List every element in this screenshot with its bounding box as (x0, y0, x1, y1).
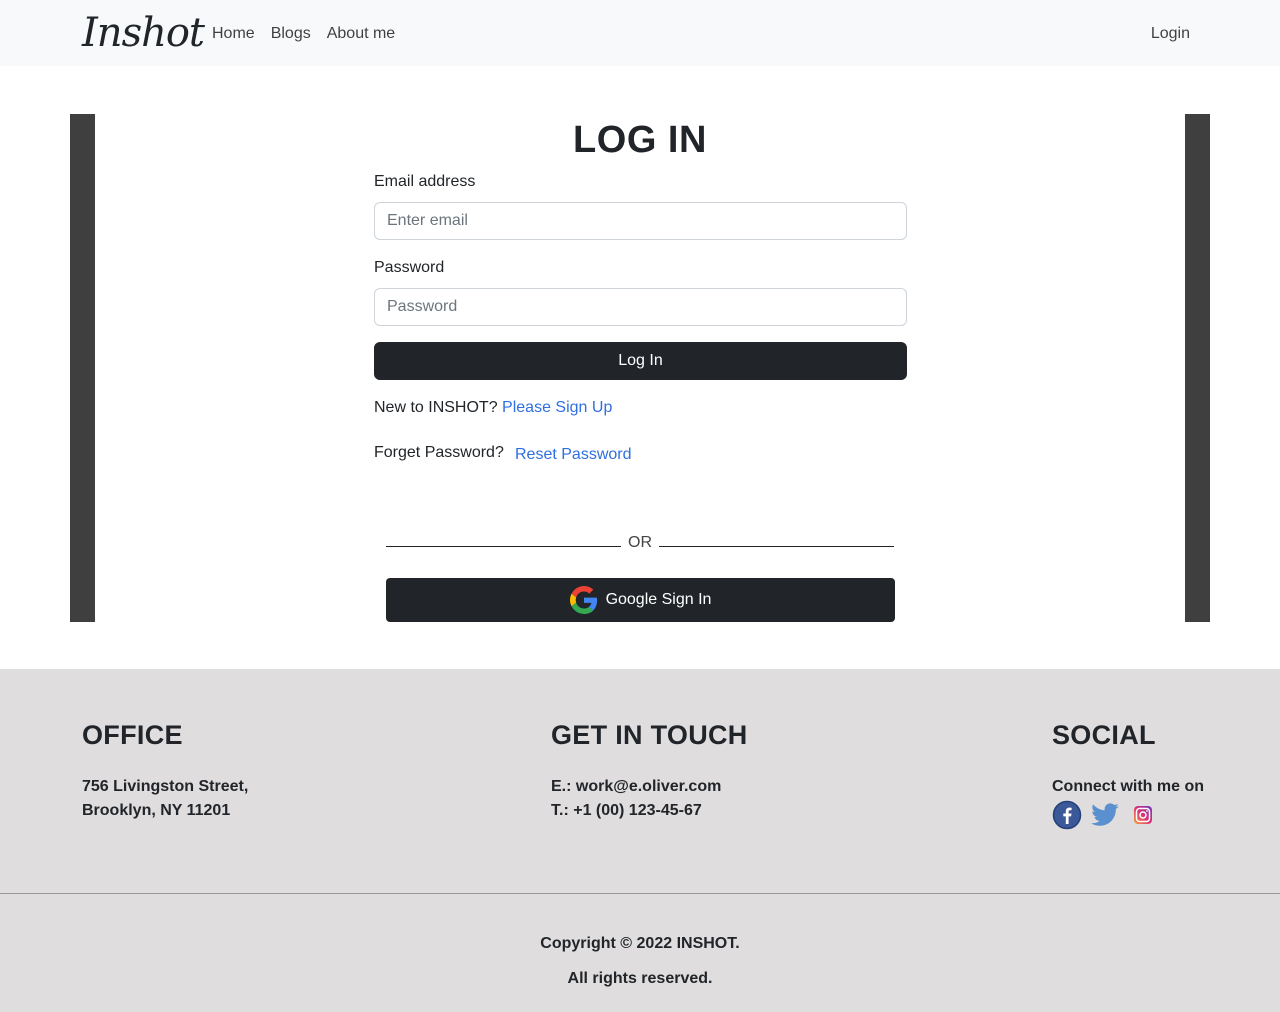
nav-link-home[interactable]: Home (212, 22, 255, 46)
google-g-icon (569, 586, 598, 614)
contact-phone: T.: +1 (00) 123-45-67 (551, 802, 702, 819)
footer-office-heading: OFFICE (82, 720, 183, 750)
password-input[interactable] (374, 288, 907, 326)
login-button[interactable]: Log In (374, 342, 907, 380)
nav-login-link[interactable]: Login (1151, 22, 1190, 46)
office-address-line1: 756 Livingston Street, (82, 778, 249, 795)
google-sign-in-label: Google Sign In (605, 591, 712, 608)
signup-prompt: New to INSHOT? (374, 399, 498, 416)
signup-row: New to INSHOT? Please Sign Up (374, 397, 612, 419)
footer-social-heading: SOCIAL (1052, 720, 1156, 750)
rights-text: All rights reserved. (567, 970, 713, 987)
email-label: Email address (374, 173, 476, 190)
navbar: Inshot Home Blogs About me Login (0, 0, 1280, 66)
brand-logo[interactable]: Inshot (82, 8, 205, 58)
forget-prompt: Forget Password? (374, 444, 504, 461)
page-title: LOG IN (573, 119, 707, 161)
copyright-text: Copyright © 2022 INSHOT. (540, 935, 740, 952)
social-connect-text: Connect with me on (1052, 778, 1204, 795)
google-sign-in-button[interactable]: Google Sign In (386, 578, 895, 622)
social-icons (1052, 800, 1158, 830)
signup-link[interactable]: Please Sign Up (502, 399, 612, 416)
office-address-line2: Brooklyn, NY 11201 (82, 802, 231, 819)
footer-divider (0, 893, 1280, 894)
nav-link-about[interactable]: About me (327, 22, 395, 46)
email-input[interactable] (374, 202, 907, 240)
nav-links: Home Blogs About me (212, 22, 395, 46)
footer-touch-heading: GET IN TOUCH (551, 720, 748, 750)
twitter-icon[interactable] (1090, 800, 1120, 830)
divider-right (659, 546, 894, 547)
nav-link-blogs[interactable]: Blogs (271, 22, 311, 46)
contact-email: E.: work@e.oliver.com (551, 778, 722, 795)
reset-password-link[interactable]: Reset Password (515, 444, 632, 466)
password-label: Password (374, 259, 445, 276)
or-divider-text: OR (628, 534, 652, 551)
footer: OFFICE 756 Livingston Street, Brooklyn, … (0, 669, 1280, 1012)
left-side-bar (70, 114, 95, 622)
divider-left (386, 546, 621, 547)
instagram-icon[interactable] (1128, 800, 1158, 830)
right-side-bar (1185, 114, 1210, 622)
facebook-icon[interactable] (1052, 800, 1082, 830)
